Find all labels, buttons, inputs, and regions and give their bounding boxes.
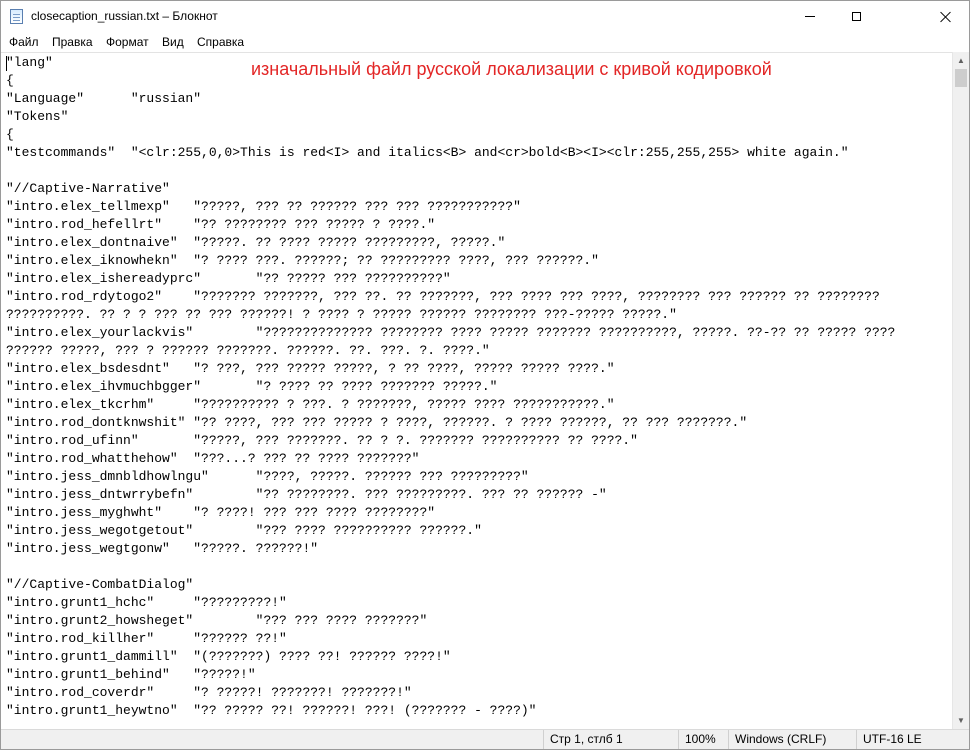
- text-line: "intro.elex_dontnaive" "?????. ?? ???? ?…: [6, 235, 506, 250]
- text-line: "intro.elex_yourlackvis" "??????????????…: [6, 325, 896, 340]
- text-line: {: [6, 73, 14, 88]
- text-line: "testcommands" "<clr:255,0,0>This is red…: [6, 145, 849, 160]
- text-line: "intro.rod_hefellrt" "?? ???????? ??? ??…: [6, 217, 436, 232]
- notepad-window: closecaption_russian.txt – Блокнот Файл …: [0, 0, 970, 750]
- status-bar: Стр 1, стлб 1 100% Windows (CRLF) UTF-16…: [1, 729, 969, 749]
- text-line: {: [6, 127, 14, 142]
- window-title: closecaption_russian.txt – Блокнот: [31, 9, 218, 23]
- text-line: "intro.elex_tkcrhm" "?????????? ? ???. ?…: [6, 397, 615, 412]
- menu-edit[interactable]: Правка: [52, 35, 93, 49]
- scrollbar-thumb[interactable]: [955, 69, 967, 87]
- encoding: UTF-16 LE: [856, 730, 969, 749]
- text-line: "lang": [6, 55, 53, 70]
- maximize-button[interactable]: [833, 1, 879, 32]
- menu-view[interactable]: Вид: [162, 35, 184, 49]
- text-line: "intro.jess_wegtgonw" "?????. ??????!": [6, 541, 319, 556]
- minimize-icon: [805, 16, 815, 17]
- zoom-level: 100%: [678, 730, 728, 749]
- menu-file[interactable]: Файл: [9, 35, 39, 49]
- text-line: "intro.rod_rdytogo2" "??????? ???????, ?…: [6, 289, 880, 304]
- title-bar[interactable]: closecaption_russian.txt – Блокнот: [1, 1, 969, 32]
- text-line: "intro.rod_dontknwshit" "?? ????, ??? ??…: [6, 415, 748, 430]
- text-line: "//Captive-CombatDialog": [6, 577, 194, 592]
- overlay-annotation: изначальный файл русской локализации с к…: [251, 59, 772, 79]
- menu-bar: Файл Правка Формат Вид Справка: [1, 32, 969, 52]
- text-line: "intro.rod_killher" "?????? ??!": [6, 631, 287, 646]
- text-line: "//Captive-Narrative": [6, 181, 170, 196]
- cursor-position: Стр 1, стлб 1: [543, 730, 678, 749]
- text-line: "intro.rod_whatthehow" "???...? ??? ?? ?…: [6, 451, 420, 466]
- text-line: "intro.jess_wegotgetout" "??? ???? ?????…: [6, 523, 482, 538]
- text-line: "intro.elex_bsdesdnt" "? ???, ??? ????? …: [6, 361, 615, 376]
- text-line: ??????????. ?? ? ? ??? ?? ??? ??????! ? …: [6, 307, 677, 322]
- close-icon: [940, 11, 952, 23]
- vertical-scrollbar[interactable]: ▲ ▼: [952, 52, 969, 729]
- text-line: "intro.grunt1_behind" "?????!": [6, 667, 256, 682]
- text-line: ?????? ?????, ??? ? ?????? ???????. ????…: [6, 343, 490, 358]
- document-text[interactable]: "lang" { "Language" "russian" "Tokens" {…: [6, 54, 895, 720]
- text-caret: [6, 56, 7, 71]
- text-line: "intro.grunt1_hchc" "?????????!": [6, 595, 287, 610]
- text-line: "Language" "russian": [6, 91, 202, 106]
- menu-format[interactable]: Формат: [106, 35, 149, 49]
- text-line: "intro.grunt2_howsheget" "??? ??? ???? ?…: [6, 613, 428, 628]
- line-endings: Windows (CRLF): [728, 730, 856, 749]
- close-button[interactable]: [923, 1, 969, 32]
- text-line: "intro.jess_dntwrrybefn" "?? ????????. ?…: [6, 487, 607, 502]
- maximize-icon: [851, 12, 861, 21]
- notepad-app-icon[interactable]: [10, 9, 23, 24]
- minimize-button[interactable]: [787, 1, 833, 32]
- text-line: "intro.elex_ishereadyprc" "?? ????? ??? …: [6, 271, 451, 286]
- scroll-down-arrow-icon[interactable]: ▼: [953, 712, 969, 729]
- text-line: "intro.rod_ufinn" "?????, ??? ???????. ?…: [6, 433, 638, 448]
- text-line: "intro.elex_iknowhekn" "? ???? ???. ????…: [6, 253, 599, 268]
- text-line: "intro.elex_tellmexp" "?????, ??? ?? ???…: [6, 199, 521, 214]
- text-line: "intro.rod_coverdr" "? ?????! ???????! ?…: [6, 685, 412, 700]
- text-line: "intro.grunt1_dammill" "(???????) ???? ?…: [6, 649, 451, 664]
- text-line: "intro.grunt1_heywtno" "?? ????? ??! ???…: [6, 703, 537, 718]
- text-line: "intro.elex_ihvmuchbgger" "? ???? ?? ???…: [6, 379, 498, 394]
- text-line: "intro.jess_dmnbldhowlngu" "????, ?????.…: [6, 469, 529, 484]
- menu-help[interactable]: Справка: [197, 35, 244, 49]
- text-line: "intro.jess_myghwht" "? ????! ??? ??? ??…: [6, 505, 436, 520]
- text-line: "Tokens": [6, 109, 69, 124]
- text-editor[interactable]: "lang" { "Language" "russian" "Tokens" {…: [1, 52, 952, 730]
- scroll-up-arrow-icon[interactable]: ▲: [953, 52, 969, 69]
